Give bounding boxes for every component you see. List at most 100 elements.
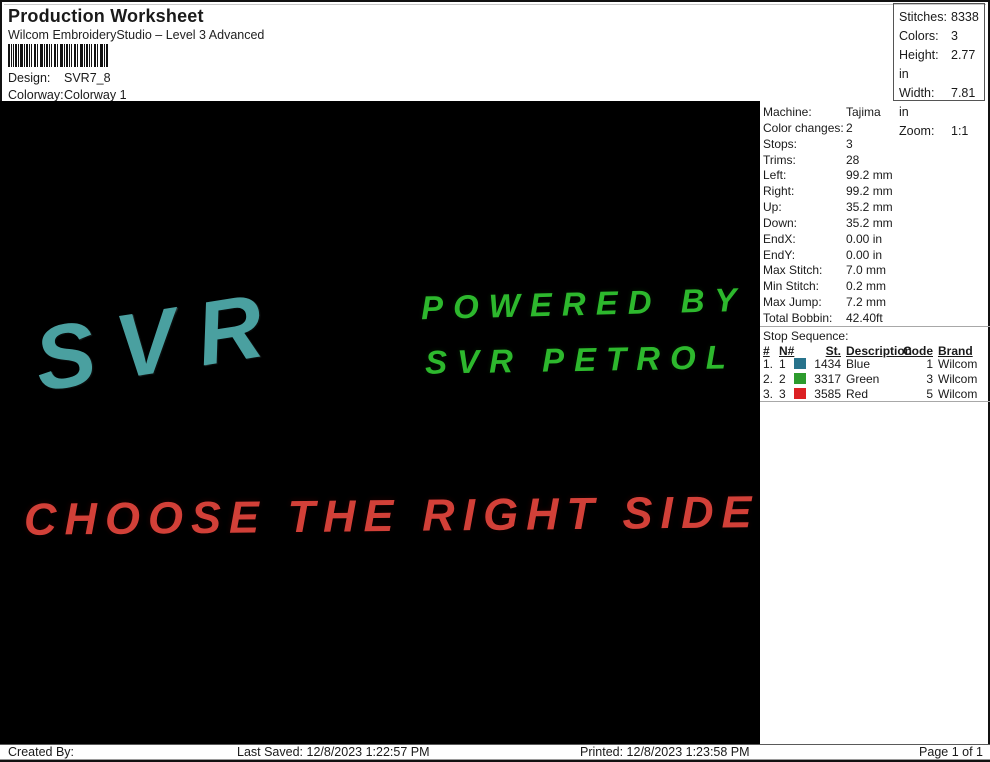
stop-sequence-row: 1. 1 1434 Blue 1 Wilcom bbox=[763, 357, 989, 372]
seq-brand: Wilcom bbox=[938, 357, 978, 371]
info-value: 35.2 mm bbox=[846, 215, 893, 230]
design-label: Design: bbox=[8, 71, 51, 85]
info-label: Color changes: bbox=[763, 120, 844, 135]
last-saved-text: Last Saved: 12/8/2023 1:22:57 PM bbox=[237, 745, 430, 759]
stop-sequence-row: 2. 2 3317 Green 3 Wilcom bbox=[763, 372, 989, 387]
info-value: 35.2 mm bbox=[846, 200, 893, 215]
seq-description: Red bbox=[846, 387, 869, 401]
seq-n: 2 bbox=[779, 372, 786, 386]
seq-description: Blue bbox=[846, 357, 871, 371]
seq-stitches: 3585 bbox=[814, 387, 841, 401]
info-value: 7.0 mm bbox=[846, 263, 887, 278]
info-row-left: Left: 99.2 mm bbox=[763, 168, 893, 184]
info-label: Right: bbox=[763, 184, 795, 199]
info-row-min-stitch: Min Stitch: 0.2 mm bbox=[763, 279, 893, 295]
info-value: 28 bbox=[846, 152, 860, 167]
seq-description: Green bbox=[846, 372, 880, 386]
info-value: 2 bbox=[846, 120, 853, 135]
stat-row-colors: Colors: 3 bbox=[899, 27, 984, 46]
seq-num: 2. bbox=[763, 372, 774, 386]
app-subtitle: Wilcom EmbroideryStudio – Level 3 Advanc… bbox=[8, 28, 265, 42]
col-header-n: N# bbox=[779, 344, 795, 358]
col-header-num: # bbox=[763, 344, 770, 358]
stop-sequence-title: Stop Sequence: bbox=[763, 329, 849, 343]
info-row-color-changes: Color changes: 2 bbox=[763, 121, 893, 137]
seq-code: 5 bbox=[926, 387, 933, 401]
thread-color-swatch bbox=[794, 388, 806, 399]
info-label: Down: bbox=[763, 215, 798, 230]
seq-n: 1 bbox=[779, 357, 786, 371]
info-row-down: Down: 35.2 mm bbox=[763, 216, 893, 232]
info-label: Trims: bbox=[763, 152, 796, 167]
design-value: SVR7_8 bbox=[64, 71, 111, 85]
info-label: Min Stitch: bbox=[763, 279, 820, 294]
stat-label: Stitches: bbox=[899, 10, 947, 24]
info-label: Stops: bbox=[763, 136, 798, 151]
seq-num: 3. bbox=[763, 387, 774, 401]
embroidery-text-powered-by: POWERED BY bbox=[420, 280, 747, 327]
info-value: 0.2 mm bbox=[846, 279, 887, 294]
info-label: EndY: bbox=[763, 247, 796, 262]
seq-brand: Wilcom bbox=[938, 387, 978, 401]
embroidery-text-svr-petrol: SVR PETROL bbox=[424, 338, 737, 381]
colorway-row: Colorway:Colorway 1 bbox=[8, 88, 127, 102]
embroidery-text-choose-the-right-side: CHOOSE THE RIGHT SIDE bbox=[23, 486, 760, 545]
info-row-total-bobbin: Total Bobbin: 42.40ft bbox=[763, 311, 893, 327]
info-value: 42.40ft bbox=[846, 310, 883, 325]
production-worksheet-page: Production Worksheet Wilcom EmbroiderySt… bbox=[0, 0, 990, 762]
stop-sequence-top-divider bbox=[760, 326, 990, 327]
page-title: Production Worksheet bbox=[8, 6, 204, 26]
stat-value: 8338 bbox=[951, 10, 979, 24]
barcode-icon bbox=[8, 44, 108, 67]
stop-sequence-bottom-divider bbox=[760, 401, 990, 402]
design-stats-box: Stitches: 8338 Colors: 3 Height: 2.77 in Wi… bbox=[893, 3, 985, 138]
info-label: Max Stitch: bbox=[763, 263, 823, 278]
design-preview-canvas: SVR POWERED BY SVR PETROL CHOOSE THE RIG… bbox=[0, 101, 760, 744]
stat-row-height: Height: 2.77 in bbox=[899, 46, 984, 84]
page-number: Page 1 of 1 bbox=[919, 745, 983, 759]
info-label: Max Jump: bbox=[763, 295, 822, 310]
seq-n: 3 bbox=[779, 387, 786, 401]
info-label: EndX: bbox=[763, 231, 796, 246]
seq-brand: Wilcom bbox=[938, 372, 978, 386]
seq-code: 3 bbox=[926, 372, 933, 386]
seq-num: 1. bbox=[763, 357, 774, 371]
info-row-trims: Trims: 28 bbox=[763, 153, 893, 169]
info-row-max-stitch: Max Stitch: 7.0 mm bbox=[763, 263, 893, 279]
info-label: Machine: bbox=[763, 105, 812, 119]
info-label: Total Bobbin: bbox=[763, 310, 833, 325]
col-header-code: Code bbox=[903, 344, 933, 358]
machine-info-rows: Machine: Tajima Color changes: 2 Stops: 3 T… bbox=[763, 105, 893, 327]
info-row-right: Right: 99.2 mm bbox=[763, 184, 893, 200]
stat-label: Colors: bbox=[899, 29, 939, 43]
embroidery-text-svr: SVR bbox=[27, 272, 292, 412]
info-value: 99.2 mm bbox=[846, 168, 893, 183]
info-row-endy: EndY: 0.00 in bbox=[763, 248, 893, 264]
seq-stitches: 3317 bbox=[814, 372, 841, 386]
design-row: Design: SVR7_8 bbox=[8, 71, 111, 85]
info-row-max-jump: Max Jump: 7.2 mm bbox=[763, 295, 893, 311]
thread-color-swatch bbox=[794, 358, 806, 369]
info-row-machine: Machine: Tajima bbox=[763, 105, 893, 121]
created-by-label: Created By: bbox=[8, 745, 75, 759]
stop-sequence-row: 3. 3 3585 Red 5 Wilcom bbox=[763, 387, 989, 402]
info-value: 99.2 mm bbox=[846, 184, 893, 199]
colorway-value: Colorway 1 bbox=[64, 88, 127, 102]
thread-color-swatch bbox=[794, 373, 806, 384]
info-label: Left: bbox=[763, 168, 787, 183]
info-row-endx: EndX: 0.00 in bbox=[763, 232, 893, 248]
header-top-divider bbox=[4, 4, 986, 5]
info-row-up: Up: 35.2 mm bbox=[763, 200, 893, 216]
colorway-label: Colorway: bbox=[8, 88, 64, 102]
printed-text: Printed: 12/8/2023 1:23:58 PM bbox=[580, 745, 750, 759]
info-value: Tajima bbox=[846, 105, 881, 119]
info-value: 0.00 in bbox=[846, 247, 883, 262]
col-header-brand: Brand bbox=[938, 344, 973, 358]
stat-row-stitches: Stitches: 8338 bbox=[899, 8, 984, 27]
seq-code: 1 bbox=[926, 357, 933, 371]
info-value: 7.2 mm bbox=[846, 295, 887, 310]
info-row-stops: Stops: 3 bbox=[763, 137, 893, 153]
stat-value: 3 bbox=[951, 29, 958, 43]
machine-info-panel: Machine: Tajima Color changes: 2 Stops: 3 T… bbox=[760, 101, 990, 744]
stat-label: Height: bbox=[899, 48, 939, 62]
